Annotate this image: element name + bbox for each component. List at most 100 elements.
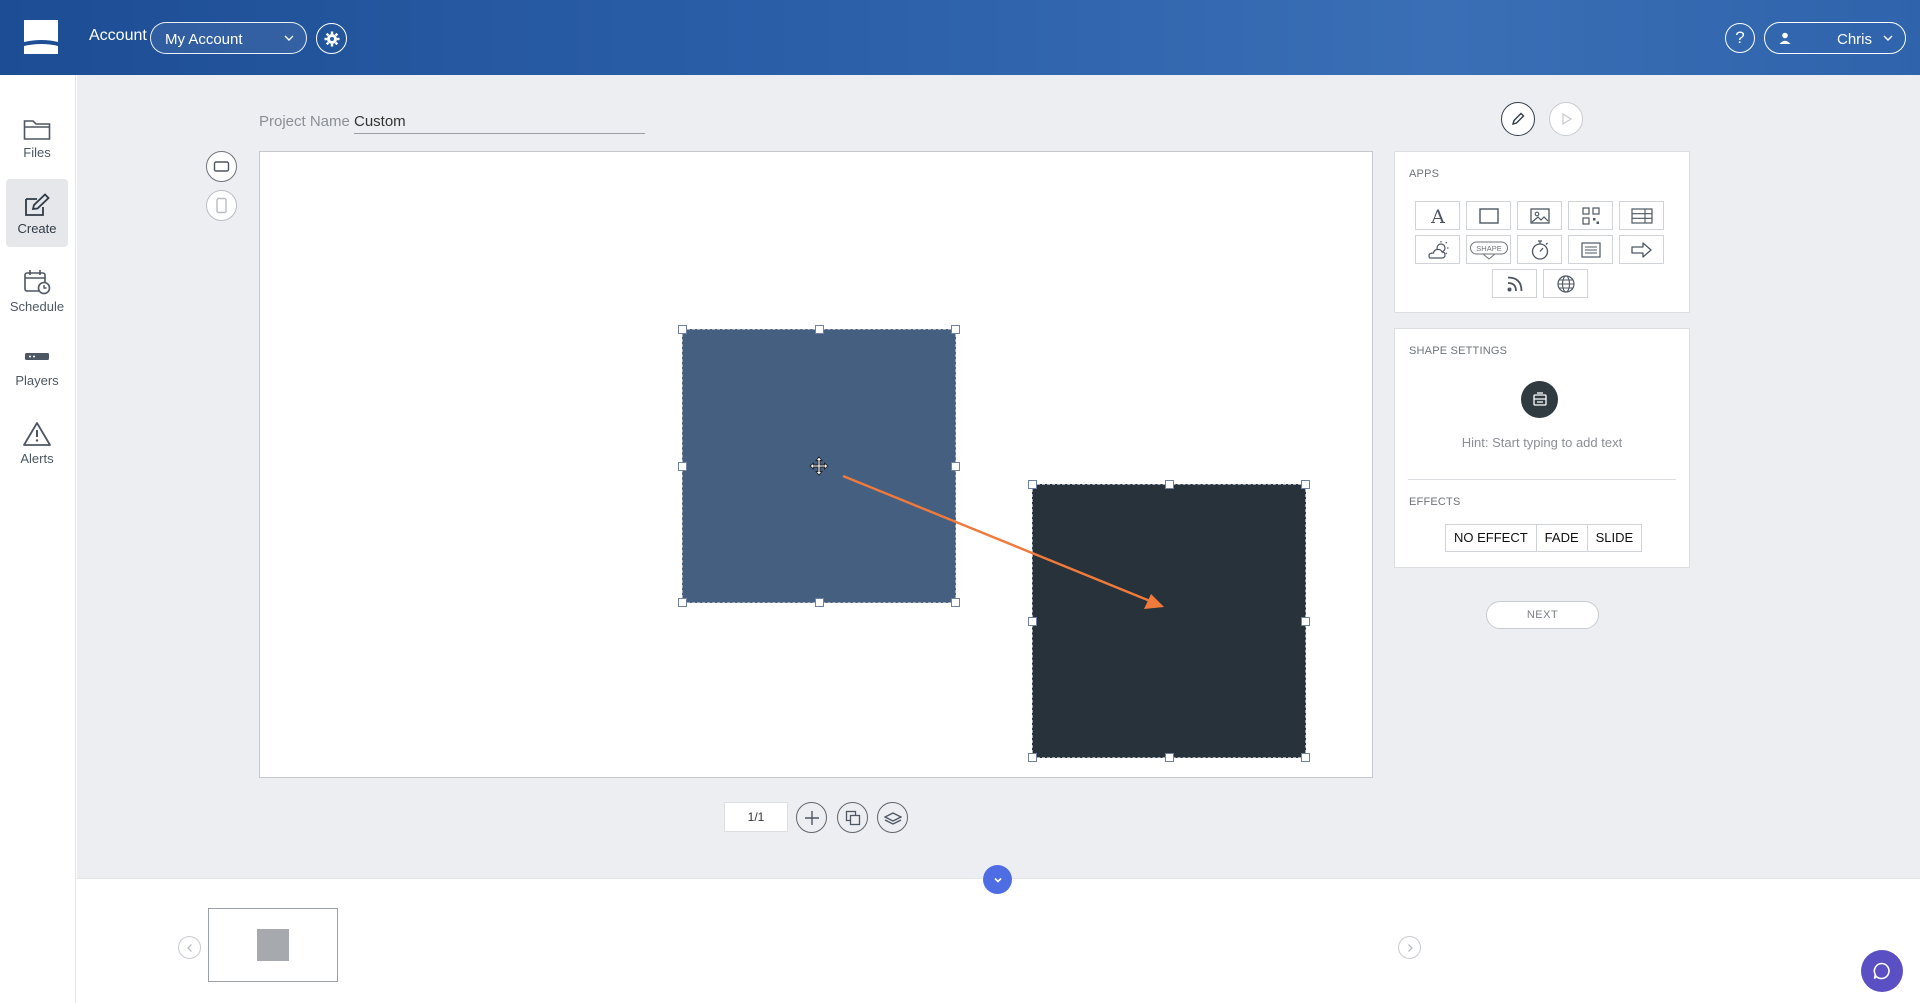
sidebar-item-label: Create bbox=[17, 221, 57, 236]
apps-panel-title: APPS bbox=[1409, 168, 1440, 180]
duplicate-page-button[interactable] bbox=[837, 802, 868, 833]
user-menu-button[interactable]: Chris bbox=[1764, 22, 1906, 54]
create-icon bbox=[25, 193, 50, 216]
list-app-button[interactable] bbox=[1568, 235, 1613, 264]
weather-app-button[interactable] bbox=[1415, 235, 1460, 264]
table-app-button[interactable] bbox=[1619, 201, 1664, 230]
timer-app-icon bbox=[1531, 239, 1548, 260]
layers-button[interactable] bbox=[877, 802, 908, 833]
folder-icon bbox=[23, 120, 51, 140]
shape-settings-title: SHAPE SETTINGS bbox=[1409, 345, 1508, 357]
account-label: Account bbox=[89, 27, 147, 44]
layers-icon bbox=[883, 811, 902, 825]
text-app-button[interactable]: A bbox=[1415, 201, 1460, 230]
resize-handle[interactable] bbox=[815, 325, 824, 334]
account-select[interactable]: My Account bbox=[150, 22, 307, 54]
shape-app-button[interactable]: SHAPE bbox=[1466, 235, 1511, 264]
preview-button[interactable] bbox=[1549, 102, 1583, 136]
shape-element-2[interactable] bbox=[1028, 480, 1310, 762]
sidebar-item-alerts[interactable]: Alerts bbox=[6, 407, 68, 475]
add-page-button[interactable] bbox=[796, 802, 827, 833]
effect-slide-button[interactable]: SLIDE bbox=[1588, 525, 1642, 551]
resize-handle[interactable] bbox=[1028, 753, 1037, 762]
thumbnails-next-button[interactable] bbox=[1398, 936, 1421, 959]
player-device-icon bbox=[25, 353, 49, 360]
weather-app-icon bbox=[1427, 240, 1448, 259]
web-app-button[interactable] bbox=[1543, 269, 1588, 298]
arrow-app-button[interactable] bbox=[1619, 235, 1664, 264]
image-app-button[interactable] bbox=[1517, 201, 1562, 230]
effects-button-group: NO EFFECT FADE SLIDE bbox=[1445, 524, 1643, 552]
project-name-label: Project Name bbox=[259, 113, 350, 130]
plus-icon bbox=[804, 810, 819, 825]
effect-no-effect-button[interactable]: NO EFFECT bbox=[1446, 525, 1537, 551]
alert-triangle-icon bbox=[23, 422, 51, 446]
page-thumbnail-strip bbox=[77, 878, 1920, 1003]
shape-text-hint: Hint: Start typing to add text bbox=[1461, 435, 1623, 450]
calendar-clock-icon bbox=[24, 270, 51, 295]
sidebar-item-files[interactable]: Files bbox=[6, 103, 68, 171]
thumbnails-prev-button[interactable] bbox=[178, 936, 201, 959]
project-name-input[interactable] bbox=[354, 109, 645, 134]
resize-handle[interactable] bbox=[951, 598, 960, 607]
page-thumbnail[interactable] bbox=[208, 908, 338, 982]
sidebar-item-players[interactable]: Players bbox=[6, 331, 68, 399]
resize-handle[interactable] bbox=[678, 462, 687, 471]
effects-title: EFFECTS bbox=[1409, 496, 1461, 508]
shape-style-button[interactable] bbox=[1521, 381, 1558, 418]
move-cursor-icon bbox=[809, 456, 829, 476]
chevron-down-icon bbox=[993, 877, 1002, 883]
resize-handle[interactable] bbox=[1165, 753, 1174, 762]
chat-support-button[interactable] bbox=[1861, 950, 1903, 992]
panel-divider bbox=[1408, 479, 1676, 480]
resize-handle[interactable] bbox=[1165, 480, 1174, 489]
chat-bubble-icon bbox=[1873, 962, 1890, 980]
copy-icon bbox=[845, 810, 860, 825]
web-app-icon bbox=[1556, 274, 1575, 293]
resize-handle[interactable] bbox=[1301, 753, 1310, 762]
shape-style-icon bbox=[1532, 391, 1547, 406]
resize-handle[interactable] bbox=[951, 325, 960, 334]
rectangle-app-icon bbox=[1478, 207, 1499, 224]
design-canvas[interactable] bbox=[259, 151, 1373, 778]
resize-handle[interactable] bbox=[1028, 480, 1037, 489]
user-icon bbox=[1779, 32, 1791, 44]
qr-code-app-icon bbox=[1581, 206, 1600, 225]
resize-handle[interactable] bbox=[951, 462, 960, 471]
chevron-down-icon bbox=[1883, 35, 1893, 41]
table-app-icon bbox=[1630, 207, 1653, 224]
next-button[interactable]: NEXT bbox=[1486, 601, 1599, 629]
resize-handle[interactable] bbox=[1028, 617, 1037, 626]
sidebar: Files Create Schedule Players Alerts bbox=[0, 75, 76, 1003]
gear-icon bbox=[324, 31, 339, 46]
edit-mode-button[interactable] bbox=[1501, 102, 1535, 136]
resize-handle[interactable] bbox=[1301, 617, 1310, 626]
landscape-icon bbox=[213, 161, 230, 172]
play-icon bbox=[1562, 112, 1573, 126]
timer-app-button[interactable] bbox=[1517, 235, 1562, 264]
shape-element-1[interactable] bbox=[678, 325, 960, 607]
portrait-orientation-button[interactable] bbox=[206, 190, 237, 221]
landscape-orientation-button[interactable] bbox=[206, 151, 237, 182]
sidebar-item-schedule[interactable]: Schedule bbox=[6, 255, 68, 323]
sidebar-item-label: Players bbox=[15, 373, 59, 388]
logo-icon[interactable] bbox=[22, 18, 60, 56]
effect-fade-button[interactable]: FADE bbox=[1537, 525, 1588, 551]
rectangle-app-button[interactable] bbox=[1466, 201, 1511, 230]
resize-handle[interactable] bbox=[678, 325, 687, 334]
chevron-right-icon bbox=[1407, 943, 1413, 952]
list-app-icon bbox=[1580, 241, 1601, 258]
resize-handle[interactable] bbox=[1301, 480, 1310, 489]
sidebar-item-create[interactable]: Create bbox=[6, 179, 68, 247]
account-settings-button[interactable] bbox=[316, 23, 347, 54]
portrait-icon bbox=[216, 197, 227, 214]
page-indicator[interactable]: 1/1 bbox=[724, 802, 788, 832]
rss-app-button[interactable] bbox=[1492, 269, 1537, 298]
sidebar-item-label: Files bbox=[23, 145, 51, 160]
collapse-strip-button[interactable] bbox=[983, 865, 1012, 894]
qr-code-app-button[interactable] bbox=[1568, 201, 1613, 230]
help-button[interactable]: ? bbox=[1725, 23, 1755, 53]
resize-handle[interactable] bbox=[815, 598, 824, 607]
rss-app-icon bbox=[1507, 276, 1522, 291]
resize-handle[interactable] bbox=[678, 598, 687, 607]
